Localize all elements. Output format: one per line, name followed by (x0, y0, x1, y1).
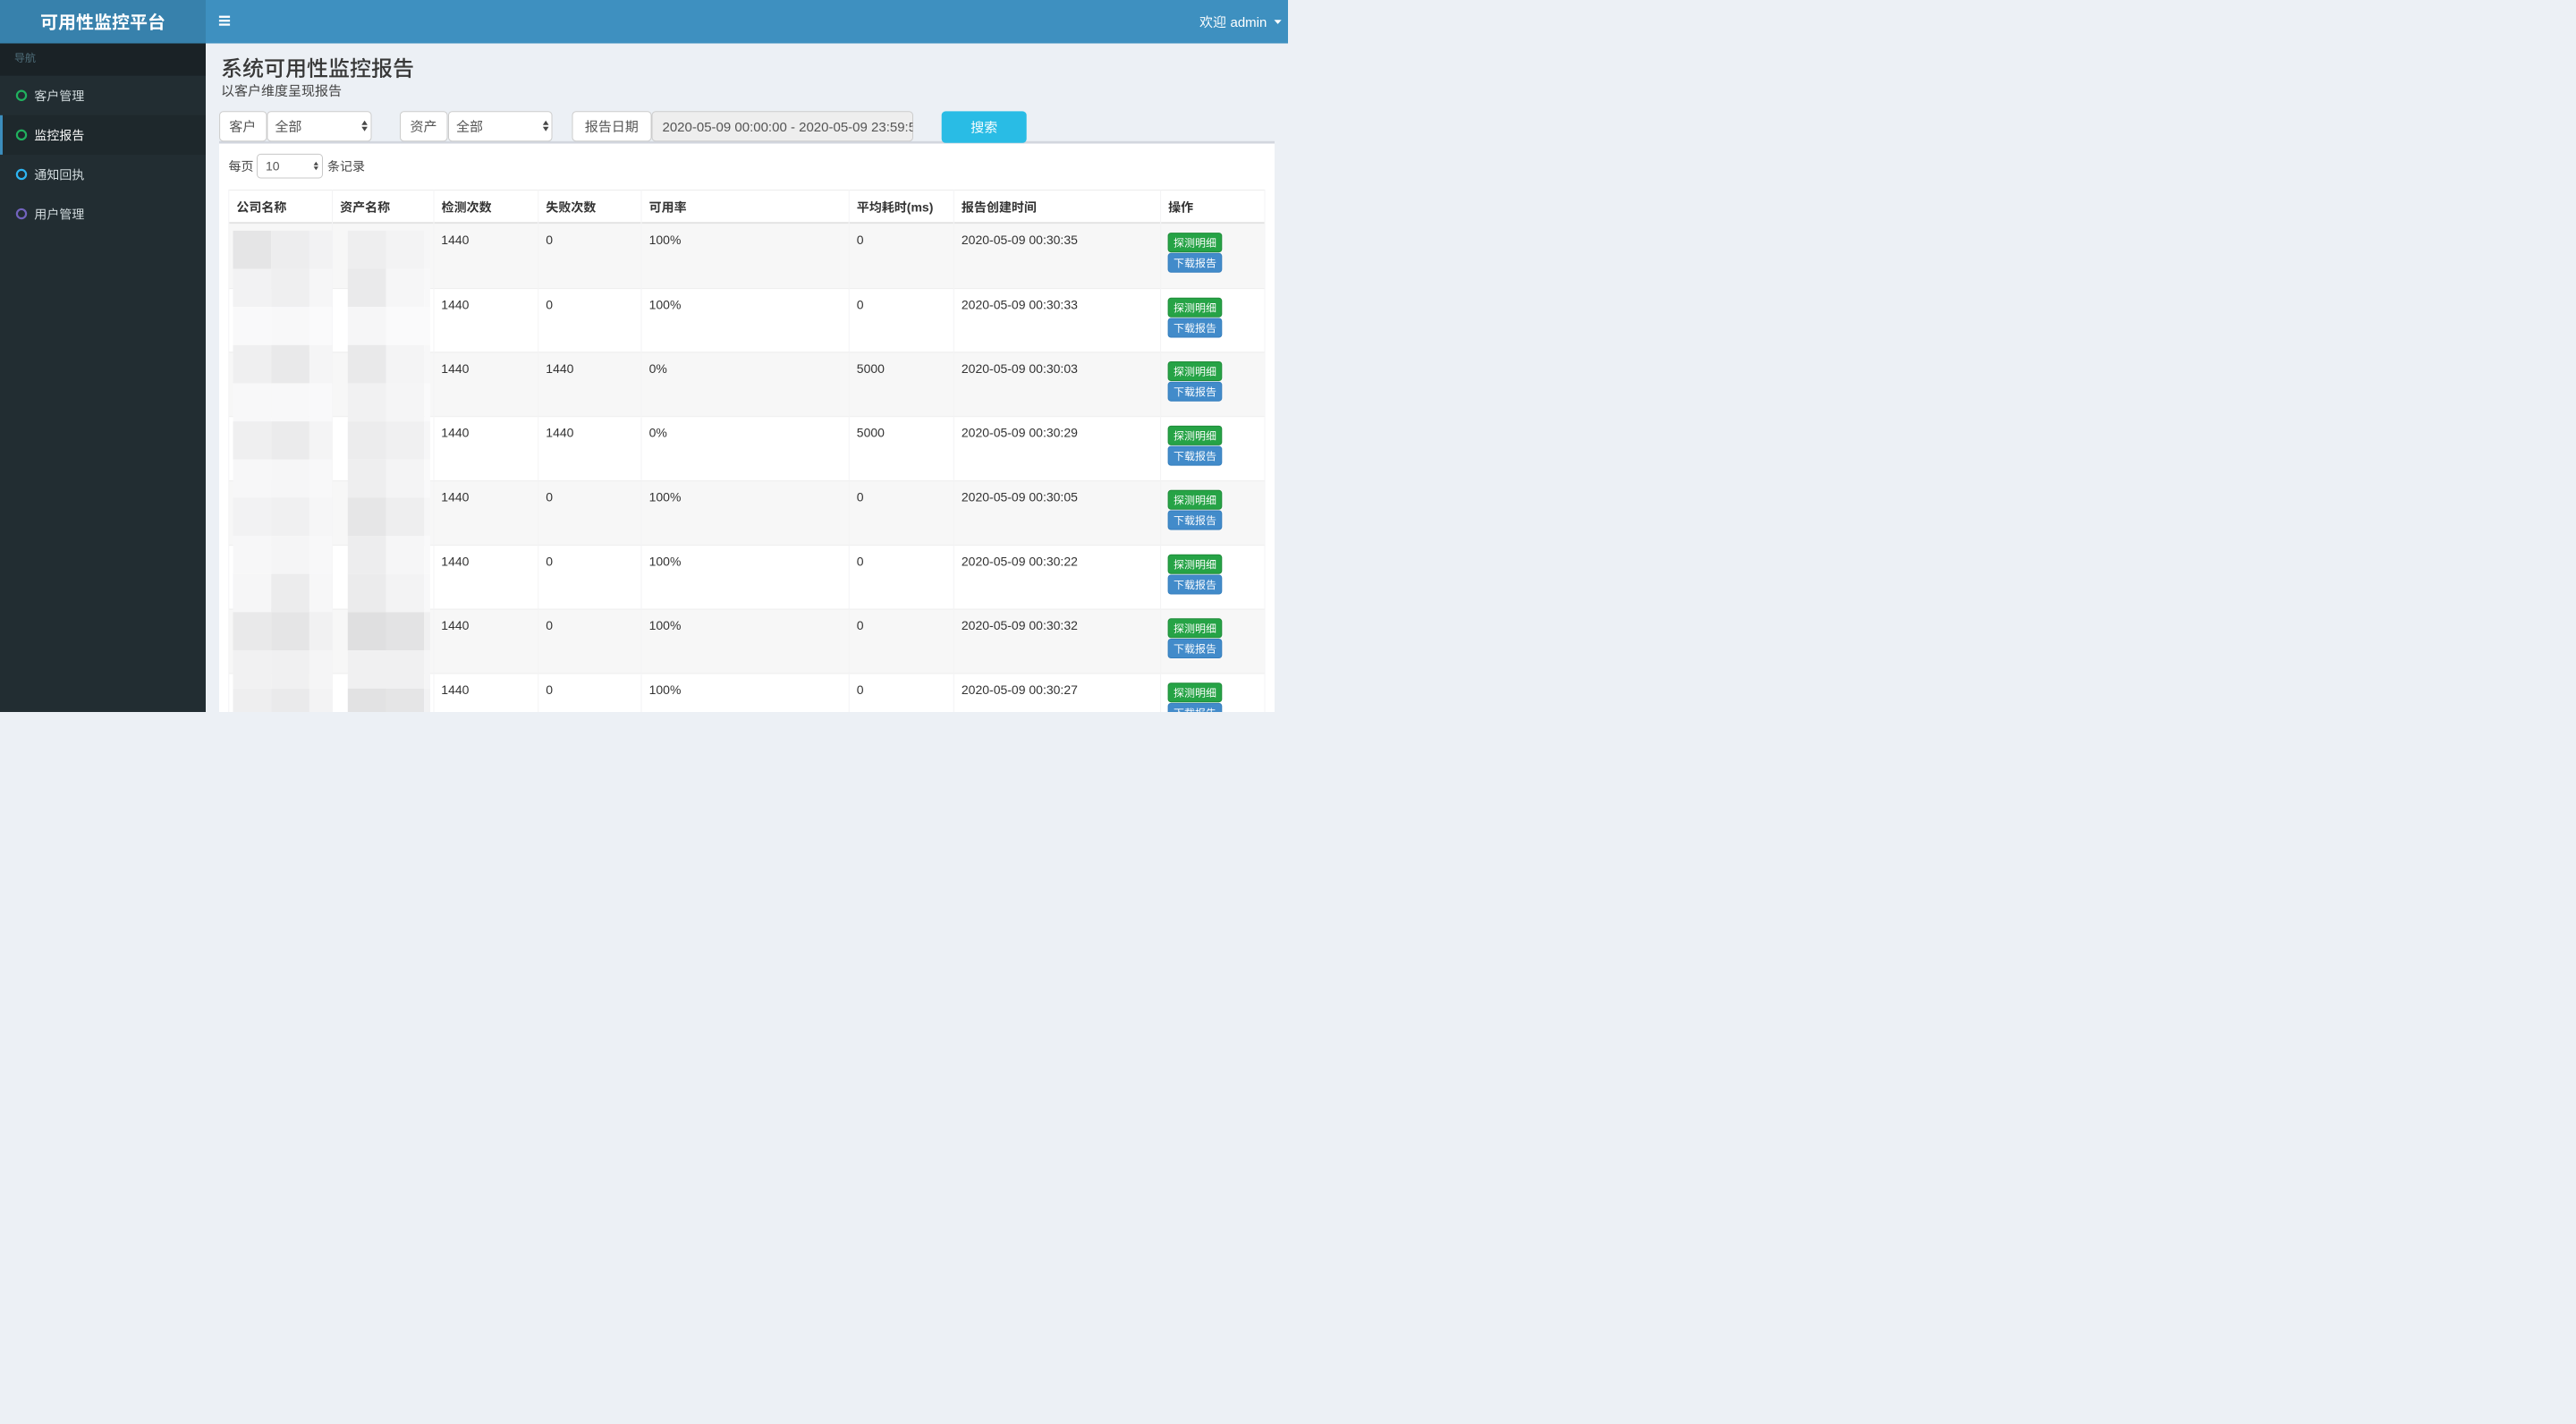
svg-text:100%: 100% (649, 618, 682, 632)
svg-text:0: 0 (546, 298, 553, 312)
svg-text:0: 0 (546, 490, 553, 504)
svg-text:1440: 1440 (441, 555, 469, 569)
svg-text:0: 0 (546, 618, 553, 632)
svg-text:2020-05-09 00:30:33: 2020-05-09 00:30:33 (962, 298, 1078, 312)
svg-text:1440: 1440 (441, 426, 469, 440)
svg-text:0%: 0% (649, 361, 667, 376)
svg-text:0: 0 (857, 555, 864, 569)
svg-text:2020-05-09 00:30:29: 2020-05-09 00:30:29 (962, 426, 1078, 440)
svg-text:1440: 1440 (441, 682, 469, 697)
svg-text:(ms): (ms) (907, 200, 934, 215)
svg-text:admin: admin (1231, 15, 1267, 30)
svg-text:0: 0 (857, 490, 864, 504)
svg-text:0: 0 (857, 618, 864, 632)
svg-text:100%: 100% (649, 555, 682, 569)
svg-text:2020-05-09 00:00:00 - 2020-05-: 2020-05-09 00:00:00 - 2020-05-09 23:59:5 (663, 120, 917, 135)
svg-text:0: 0 (546, 233, 553, 247)
svg-text:2020-05-09 00:30:03: 2020-05-09 00:30:03 (962, 361, 1078, 376)
svg-text:100%: 100% (649, 233, 682, 247)
svg-text:1440: 1440 (441, 298, 469, 312)
svg-text:1440: 1440 (441, 618, 469, 632)
svg-text:2020-05-09 00:30:22: 2020-05-09 00:30:22 (962, 555, 1078, 569)
svg-text:2020-05-09 00:30:35: 2020-05-09 00:30:35 (962, 233, 1078, 247)
svg-text:100%: 100% (649, 682, 682, 697)
svg-text:2020-05-09 00:30:27: 2020-05-09 00:30:27 (962, 682, 1078, 697)
svg-text:5000: 5000 (857, 426, 885, 440)
svg-text:1440: 1440 (546, 361, 573, 376)
svg-text:1440: 1440 (546, 426, 573, 440)
svg-text:1440: 1440 (441, 361, 469, 376)
svg-text:100%: 100% (649, 490, 682, 504)
svg-text:0: 0 (857, 233, 864, 247)
svg-text:0: 0 (857, 298, 864, 312)
svg-text:0: 0 (546, 555, 553, 569)
svg-text:10: 10 (266, 159, 280, 174)
svg-text:0: 0 (546, 682, 553, 697)
svg-text:0: 0 (857, 682, 864, 697)
svg-text:2020-05-09 00:30:05: 2020-05-09 00:30:05 (962, 490, 1078, 504)
svg-text:1440: 1440 (441, 490, 469, 504)
svg-text:0%: 0% (649, 426, 667, 440)
svg-text:1440: 1440 (441, 233, 469, 247)
svg-text:5000: 5000 (857, 361, 885, 376)
svg-text:100%: 100% (649, 298, 682, 312)
svg-text:2020-05-09 00:30:32: 2020-05-09 00:30:32 (962, 618, 1078, 632)
